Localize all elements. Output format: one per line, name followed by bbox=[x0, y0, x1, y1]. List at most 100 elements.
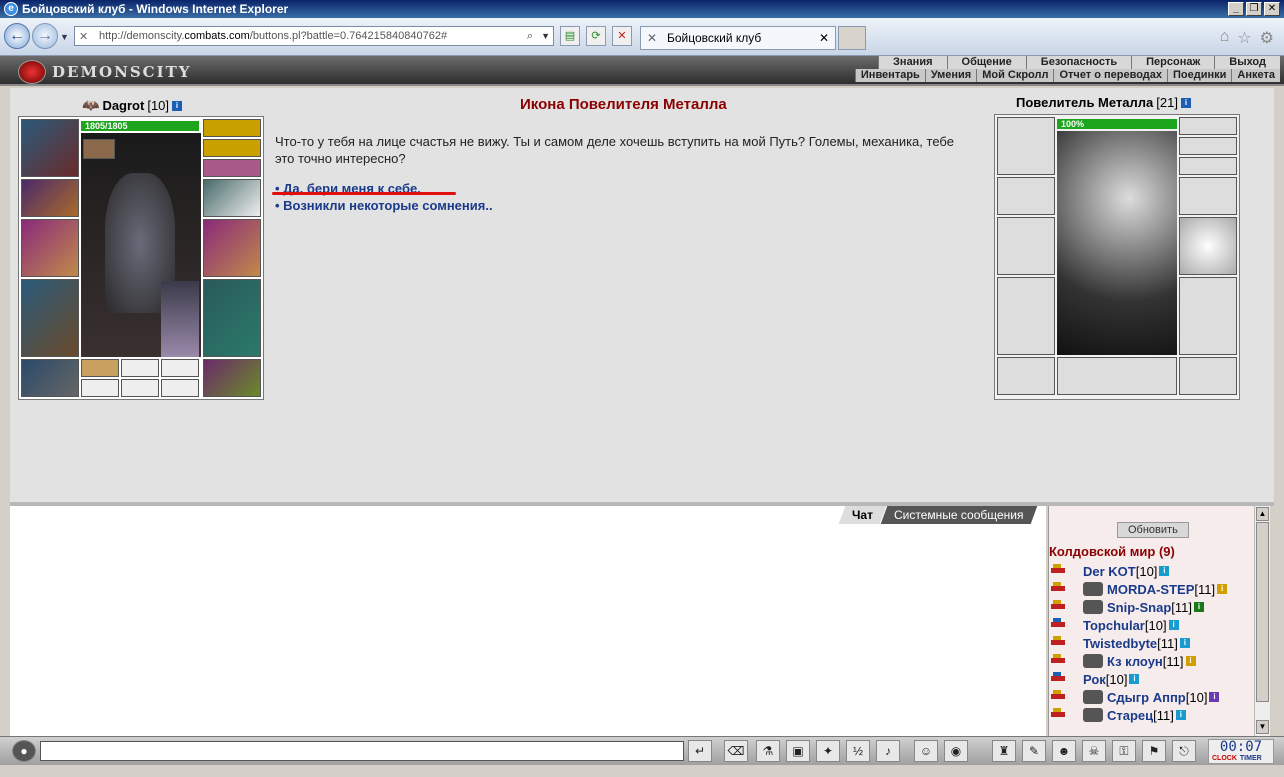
npc-gloves-slot[interactable] bbox=[1179, 177, 1237, 215]
user-name[interactable]: Topchular bbox=[1083, 618, 1145, 633]
scroll-slot-3[interactable] bbox=[161, 359, 199, 377]
npc-shield-slot[interactable] bbox=[1179, 217, 1237, 275]
user-name[interactable]: Сдыгр Аппр bbox=[1107, 690, 1186, 705]
npc-bracers-slot[interactable] bbox=[997, 177, 1055, 215]
user-info-icon[interactable]: i bbox=[1194, 602, 1204, 612]
helmet-slot[interactable] bbox=[21, 119, 79, 177]
address-dropdown-icon[interactable]: ▼ bbox=[541, 31, 550, 41]
user-row[interactable]: Der KOT [10] i bbox=[1049, 562, 1170, 580]
user-info-icon[interactable]: i bbox=[1168, 620, 1179, 630]
user-info-icon[interactable]: i bbox=[1175, 710, 1186, 720]
menu-inventory[interactable]: Инвентарь bbox=[854, 69, 925, 82]
user-info-icon[interactable]: i bbox=[1209, 692, 1220, 702]
weapon-left-slot[interactable] bbox=[21, 219, 79, 277]
menu-skills[interactable]: Умения bbox=[924, 69, 976, 82]
menu-battles[interactable]: Поединки bbox=[1167, 69, 1231, 82]
private-message-icon[interactable] bbox=[1049, 600, 1069, 614]
menu-transfer-report[interactable]: Отчет о переводах bbox=[1053, 69, 1167, 82]
player-info-icon[interactable]: i bbox=[172, 100, 183, 111]
scroll-slot-2[interactable] bbox=[121, 359, 159, 377]
menu-exit[interactable]: Выход bbox=[1214, 56, 1280, 69]
menu-communication[interactable]: Общение bbox=[946, 56, 1026, 69]
user-row[interactable]: MORDA-STEP [11] i bbox=[1049, 580, 1228, 598]
user-info-icon[interactable]: i bbox=[1185, 656, 1196, 666]
player-name[interactable]: 🦇 Dagrot [10] i bbox=[82, 97, 183, 114]
npc-name[interactable]: Повелитель Металла [21] i bbox=[1016, 95, 1191, 110]
tab-system-messages[interactable]: Системные сообщения bbox=[881, 506, 1038, 524]
leggings-slot[interactable] bbox=[203, 279, 261, 357]
npc-leggings-slot[interactable] bbox=[1179, 277, 1237, 355]
gloves-slot[interactable] bbox=[203, 179, 261, 217]
boots-slot[interactable] bbox=[203, 359, 261, 397]
npc-rings-slot[interactable] bbox=[1179, 157, 1237, 175]
npc-amulet-slot[interactable] bbox=[1179, 117, 1237, 135]
user-info-icon[interactable]: i bbox=[1129, 674, 1140, 684]
private-message-icon[interactable] bbox=[1049, 708, 1069, 722]
face-icon[interactable]: ☻ bbox=[1052, 740, 1076, 762]
compat-view-icon[interactable]: ▤ bbox=[560, 26, 580, 46]
home-icon[interactable]: ⌂ bbox=[1220, 28, 1230, 48]
user-row[interactable]: Рок [10] i bbox=[1049, 670, 1140, 688]
chat-input[interactable] bbox=[40, 741, 684, 761]
stop-icon[interactable]: ✕ bbox=[612, 26, 632, 46]
close-window-button[interactable]: ✕ bbox=[1264, 2, 1280, 16]
npc-scroll-slots[interactable] bbox=[1057, 357, 1177, 395]
scroll-icon[interactable]: ✎ bbox=[1022, 740, 1046, 762]
sound-icon[interactable]: ♪ bbox=[876, 740, 900, 762]
private-message-icon[interactable] bbox=[1049, 582, 1069, 596]
forward-button[interactable]: → bbox=[32, 23, 58, 49]
npc-info-icon[interactable]: i bbox=[1180, 97, 1191, 108]
scroll-down-icon[interactable]: ▼ bbox=[1256, 720, 1269, 734]
chat-mode-icon[interactable]: ● bbox=[12, 740, 36, 762]
user-name[interactable]: Рок bbox=[1083, 672, 1106, 687]
dialog-option-doubts[interactable]: • Возникли некоторые сомнения.. bbox=[275, 198, 493, 213]
users-scrollbar[interactable]: ▲ ▼ bbox=[1254, 506, 1270, 736]
user-row[interactable]: Старец [11] i bbox=[1049, 706, 1186, 724]
menu-knowledge[interactable]: Знания bbox=[878, 56, 946, 69]
exit-door-icon[interactable]: ⎋ bbox=[1172, 740, 1196, 762]
armor-slot[interactable] bbox=[21, 279, 79, 357]
lock-icon[interactable]: ⚿ bbox=[1112, 740, 1136, 762]
user-name[interactable]: Кз клоун bbox=[1107, 654, 1163, 669]
back-button[interactable]: ← bbox=[4, 23, 30, 49]
tools-gear-icon[interactable]: ⚙ bbox=[1260, 28, 1274, 48]
user-row[interactable]: Twistedbyte [11] i bbox=[1049, 634, 1190, 652]
menu-profile[interactable]: Анкета bbox=[1231, 69, 1280, 82]
address-bar[interactable]: ✕ http://demonscity. combats.com/buttons.… bbox=[74, 26, 554, 46]
user-info-icon[interactable]: i bbox=[1159, 566, 1170, 576]
pet-owl[interactable] bbox=[161, 281, 199, 357]
search-icon[interactable]: ⌕ bbox=[527, 30, 533, 43]
save-icon[interactable]: ▣ bbox=[786, 740, 810, 762]
user-info-icon[interactable]: i bbox=[1217, 584, 1228, 594]
private-message-icon[interactable] bbox=[1049, 672, 1069, 686]
bottle-icon[interactable]: ♜ bbox=[992, 740, 1016, 762]
belt-slot[interactable] bbox=[21, 359, 79, 397]
eraser-icon[interactable]: ⌫ bbox=[724, 740, 748, 762]
npc-helmet-slot[interactable] bbox=[997, 117, 1055, 175]
private-message-icon[interactable] bbox=[1049, 564, 1069, 578]
radio-icon[interactable]: ◉ bbox=[944, 740, 968, 762]
user-row[interactable]: Snip-Snap [11] i bbox=[1049, 598, 1204, 616]
private-message-icon[interactable] bbox=[1049, 690, 1069, 704]
user-name[interactable]: Snip-Snap bbox=[1107, 600, 1171, 615]
private-message-icon[interactable] bbox=[1049, 654, 1069, 668]
npc-armor-slot[interactable] bbox=[997, 277, 1055, 355]
refresh-icon[interactable]: ⟳ bbox=[586, 26, 606, 46]
effect-icon[interactable] bbox=[83, 139, 115, 159]
npc-weapon-slot[interactable] bbox=[997, 217, 1055, 275]
user-name[interactable]: Старец bbox=[1107, 708, 1153, 723]
menu-security[interactable]: Безопасность bbox=[1025, 56, 1131, 69]
menu-character[interactable]: Персонаж bbox=[1131, 56, 1214, 69]
menu-my-scroll[interactable]: Мой Скролл bbox=[976, 69, 1053, 82]
user-row[interactable]: Topchular [10] i bbox=[1049, 616, 1179, 634]
fight-icon[interactable]: ✦ bbox=[816, 740, 840, 762]
user-name[interactable]: Twistedbyte bbox=[1083, 636, 1157, 651]
private-message-icon[interactable] bbox=[1049, 636, 1069, 650]
user-row[interactable]: Кз клоун [11] i bbox=[1049, 652, 1196, 670]
browser-tab[interactable]: ✕ Бойцовский клуб ✕ bbox=[640, 26, 836, 50]
scroll-thumb[interactable] bbox=[1256, 522, 1269, 702]
tab-chat[interactable]: Чат bbox=[838, 506, 886, 524]
user-info-icon[interactable]: i bbox=[1179, 638, 1190, 648]
maximize-button[interactable]: ❐ bbox=[1246, 2, 1262, 16]
mask-icon[interactable]: ☠ bbox=[1082, 740, 1106, 762]
